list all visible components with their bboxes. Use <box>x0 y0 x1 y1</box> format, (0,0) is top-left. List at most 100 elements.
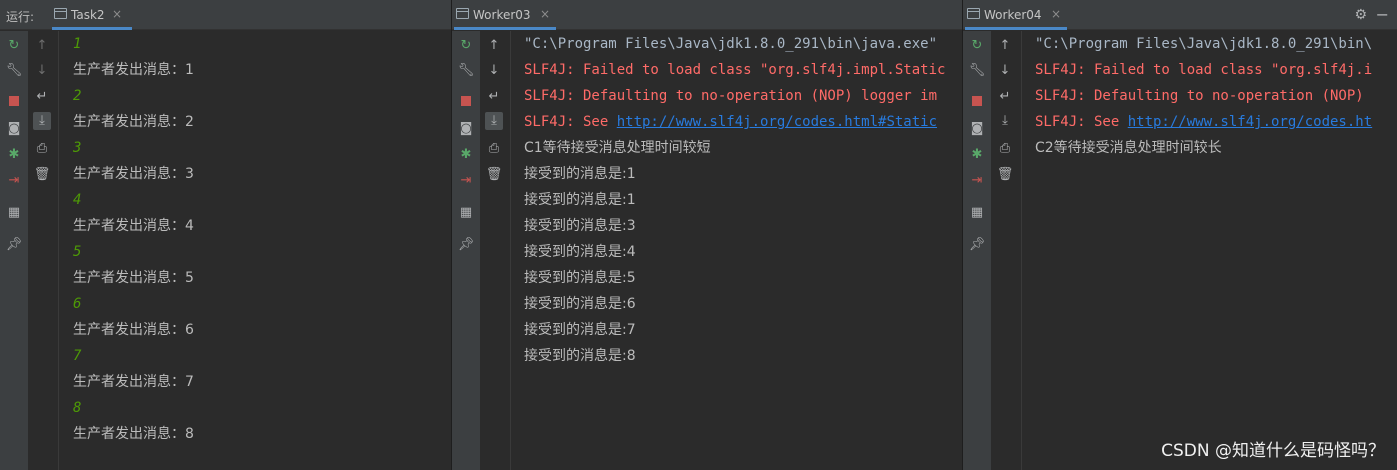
console-line: 8 <box>73 400 82 416</box>
layout-icon[interactable]: ▦ <box>968 204 986 222</box>
exit-icon[interactable]: ⇥ <box>457 172 475 190</box>
console-line: 5 <box>73 244 82 260</box>
console-line: 接受到的消息是:5 <box>524 270 636 286</box>
trash-icon[interactable]: 🗑︎ <box>485 166 503 184</box>
console-output[interactable]: "C:\Program Files\Java\jdk1.8.0_291\bin\… <box>1035 31 1397 470</box>
rerun-icon[interactable]: ↻ <box>457 37 475 55</box>
console-line: 生产者发出消息：4 <box>73 218 194 234</box>
console-line: 生产者发出消息：8 <box>73 426 194 442</box>
console-line: 接受到的消息是:8 <box>524 348 636 364</box>
camera-icon[interactable]: ◙ <box>5 120 23 138</box>
print-icon[interactable]: ⎙ <box>996 140 1014 158</box>
debug-bug-icon[interactable]: ✱ <box>968 146 986 164</box>
gear-icon[interactable]: ⚙ <box>1354 7 1367 23</box>
pin-icon[interactable]: 📌︎ <box>5 236 23 254</box>
debug-bug-icon[interactable]: ✱ <box>457 146 475 164</box>
camera-icon[interactable]: ◙ <box>968 120 986 138</box>
print-icon[interactable]: ⎙ <box>33 140 51 158</box>
run-toolbar-left: ↻ 🔧︎ ◙ ✱ ⇥ ▦ 📌︎ <box>0 31 28 470</box>
console-line: C1等待接受消息处理时间较短 <box>524 140 711 156</box>
print-icon[interactable]: ⎙ <box>485 140 503 158</box>
run-toolbar-left: ↻ 🔧︎ ◙ ✱ ⇥ ▦ 📌︎ <box>452 31 480 470</box>
exit-icon[interactable]: ⇥ <box>968 172 986 190</box>
console-link[interactable]: http://www.slf4j.org/codes.html#Static <box>617 114 937 130</box>
hide-minus-icon[interactable]: − <box>1376 5 1389 24</box>
tab-label: Task2 <box>71 8 105 22</box>
tab-task2[interactable]: Task2 × <box>52 0 132 30</box>
close-tab-icon[interactable]: × <box>540 7 550 21</box>
wrench-icon[interactable]: 🔧︎ <box>5 62 23 80</box>
console-line: 7 <box>73 348 82 364</box>
rerun-icon[interactable]: ↻ <box>968 37 986 55</box>
run-toolbar-right: ↑ ↓ ↵ ⤓ ⎙ 🗑︎ <box>480 31 511 470</box>
run-pane-task2: 运行: Task2 × ↻ 🔧︎ ◙ ✱ ⇥ ▦ 📌︎ ↑ ↓ ↵ ⤓ ⎙ 🗑︎… <box>0 0 451 470</box>
run-pane-worker04: Worker04 × ⚙ − ↻ 🔧︎ ◙ ✱ ⇥ ▦ 📌︎ ↑ ↓ ↵ ⤓ ⎙… <box>963 0 1397 470</box>
arrow-up-icon[interactable]: ↑ <box>996 37 1014 55</box>
console-line: 6 <box>73 296 82 312</box>
console-line: SLF4J: Failed to load class "org.slf4j.i… <box>524 62 946 78</box>
close-tab-icon[interactable]: × <box>1051 7 1061 21</box>
console-line: 接受到的消息是:1 <box>524 192 636 208</box>
soft-wrap-icon[interactable]: ↵ <box>33 88 51 106</box>
run-label: 运行: <box>6 10 35 24</box>
console-link[interactable]: http://www.slf4j.org/codes.ht <box>1128 114 1372 130</box>
scroll-to-end-icon[interactable]: ⤓ <box>33 112 51 130</box>
console-line: 4 <box>73 192 82 208</box>
run-toolbar-right: ↑ ↓ ↵ ⤓ ⎙ 🗑︎ <box>28 31 59 470</box>
exit-icon[interactable]: ⇥ <box>5 172 23 190</box>
console-line: 生产者发出消息：6 <box>73 322 194 338</box>
console-line: SLF4J: Defaulting to no-operation (NOP) … <box>524 88 938 104</box>
tab-label: Worker03 <box>473 8 531 22</box>
console-text: SLF4J: See <box>524 114 617 130</box>
console-line: 2 <box>73 88 82 104</box>
run-toolbar-right: ↑ ↓ ↵ ⤓ ⎙ 🗑︎ <box>991 31 1022 470</box>
debug-bug-icon[interactable]: ✱ <box>5 146 23 164</box>
stop-icon[interactable] <box>5 94 23 112</box>
console-line: 接受到的消息是:4 <box>524 244 636 260</box>
console-line: C2等待接受消息处理时间较长 <box>1035 140 1222 156</box>
console-line: SLF4J: See http://www.slf4j.org/codes.ht <box>1035 109 1372 135</box>
console-output[interactable]: "C:\Program Files\Java\jdk1.8.0_291\bin\… <box>524 31 962 470</box>
close-tab-icon[interactable]: × <box>112 7 122 21</box>
console-line: SLF4J: Defaulting to no-operation (NOP) <box>1035 88 1364 104</box>
arrow-up-icon[interactable]: ↑ <box>33 37 51 55</box>
layout-icon[interactable]: ▦ <box>457 204 475 222</box>
console-line: 接受到的消息是:1 <box>524 166 636 182</box>
arrow-down-icon[interactable]: ↓ <box>996 62 1014 80</box>
trash-icon[interactable]: 🗑︎ <box>33 166 51 184</box>
console-tab-icon <box>967 8 980 19</box>
tab-label: Worker04 <box>984 8 1042 22</box>
soft-wrap-icon[interactable]: ↵ <box>996 88 1014 106</box>
layout-icon[interactable]: ▦ <box>5 204 23 222</box>
camera-icon[interactable]: ◙ <box>457 120 475 138</box>
console-line: 1 <box>73 36 82 52</box>
stop-icon[interactable] <box>968 94 986 112</box>
tab-bar: 运行: Task2 × <box>0 0 451 30</box>
tab-worker04[interactable]: Worker04 × <box>965 0 1067 30</box>
pin-icon[interactable]: 📌︎ <box>457 236 475 254</box>
arrow-down-icon[interactable]: ↓ <box>485 62 503 80</box>
wrench-icon[interactable]: 🔧︎ <box>457 62 475 80</box>
run-toolbar-left: ↻ 🔧︎ ◙ ✱ ⇥ ▦ 📌︎ <box>963 31 991 470</box>
tab-bar: Worker04 × ⚙ − <box>963 0 1397 30</box>
trash-icon[interactable]: 🗑︎ <box>996 166 1014 184</box>
soft-wrap-icon[interactable]: ↵ <box>485 88 503 106</box>
console-text: SLF4J: See <box>1035 114 1128 130</box>
console-line: 生产者发出消息：1 <box>73 62 194 78</box>
arrow-up-icon[interactable]: ↑ <box>485 37 503 55</box>
arrow-down-icon[interactable]: ↓ <box>33 62 51 80</box>
console-line: 生产者发出消息：5 <box>73 270 194 286</box>
wrench-icon[interactable]: 🔧︎ <box>968 62 986 80</box>
tab-worker03[interactable]: Worker03 × <box>454 0 556 30</box>
rerun-icon[interactable]: ↻ <box>5 37 23 55</box>
scroll-to-end-icon[interactable]: ⤓ <box>485 112 503 130</box>
tab-bar: Worker03 × <box>452 0 962 30</box>
pin-icon[interactable]: 📌︎ <box>968 236 986 254</box>
console-line: 接受到的消息是:6 <box>524 296 636 312</box>
stop-icon[interactable] <box>457 94 475 112</box>
watermark: CSDN @知道什么是码怪吗？ <box>1161 441 1385 461</box>
console-line: 生产者发出消息：7 <box>73 374 194 390</box>
console-output[interactable]: 1 生产者发出消息：1 2 生产者发出消息：2 3 生产者发出消息：3 4 生产… <box>73 31 451 470</box>
console-line: 接受到的消息是:7 <box>524 322 636 338</box>
scroll-to-end-icon[interactable]: ⤓ <box>996 112 1014 130</box>
